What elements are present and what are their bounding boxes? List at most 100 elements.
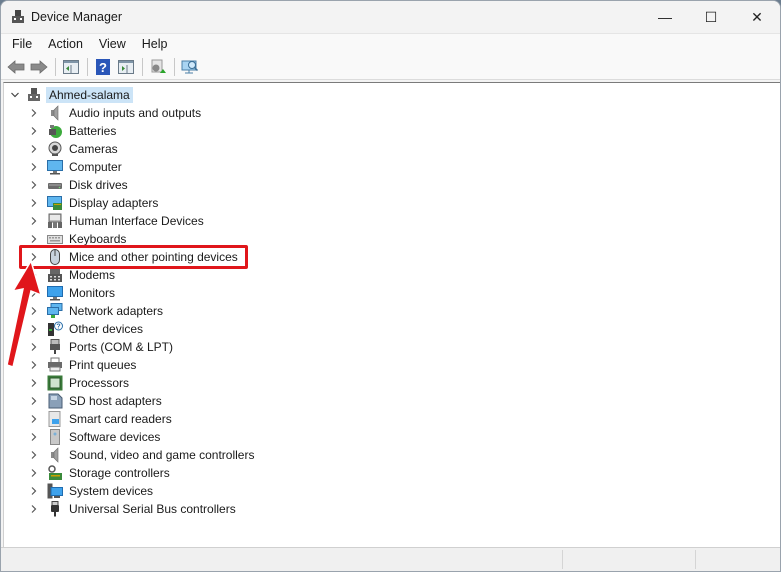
camera-icon: [47, 141, 63, 157]
forward-icon: [30, 59, 48, 74]
chevron-right-icon[interactable]: [27, 104, 41, 122]
tree-item-label: Universal Serial Bus controllers: [69, 502, 236, 516]
chevron-right-icon[interactable]: [27, 122, 41, 140]
menu-help[interactable]: Help: [134, 34, 176, 55]
chevron-right-icon[interactable]: [27, 140, 41, 158]
chevron-right-icon[interactable]: [27, 158, 41, 176]
scan-hardware-button[interactable]: [179, 56, 201, 78]
chevron-right-icon[interactable]: [27, 212, 41, 230]
tree-item-label: Ports (COM & LPT): [69, 340, 174, 354]
chevron-right-icon[interactable]: [27, 248, 41, 266]
minimize-button[interactable]: —: [642, 1, 688, 33]
toolbar-separator: [142, 57, 143, 76]
tree-item[interactable]: Disk drives: [4, 176, 130, 194]
tree-item[interactable]: Modems: [4, 266, 117, 284]
tree-item[interactable]: Software devices: [4, 428, 162, 446]
tree-item[interactable]: Monitors: [4, 284, 117, 302]
speaker-icon: [47, 447, 63, 463]
device-tree[interactable]: Ahmed-salama Audio inputs and outputs Bat…: [3, 82, 780, 548]
help-button[interactable]: ?: [92, 56, 114, 78]
menu-bar: File Action View Help: [1, 33, 780, 54]
status-bar: [1, 547, 780, 571]
tree-item[interactable]: Human Interface Devices: [4, 212, 206, 230]
update-driver-button[interactable]: [147, 56, 169, 78]
computer-host-icon: [26, 87, 42, 103]
tree-item[interactable]: Processors: [4, 374, 131, 392]
tree-item[interactable]: Cameras: [4, 140, 120, 158]
tree-item[interactable]: Display adapters: [4, 194, 160, 212]
network-adapter-icon: [47, 303, 63, 319]
chevron-right-icon[interactable]: [27, 176, 41, 194]
tree-item-label: Display adapters: [69, 196, 159, 210]
menu-view[interactable]: View: [91, 34, 134, 55]
tree-item[interactable]: Batteries: [4, 122, 118, 140]
chevron-right-icon[interactable]: [27, 428, 41, 446]
tree-item-label: Cameras: [69, 142, 118, 156]
sd-card-icon: [47, 393, 63, 409]
tree-item[interactable]: System devices: [4, 482, 155, 500]
tree-item[interactable]: Sound, video and game controllers: [4, 446, 256, 464]
chevron-right-icon[interactable]: [27, 284, 41, 302]
action-pane-button[interactable]: [115, 56, 137, 78]
action-pane-icon: [118, 59, 134, 74]
toolbar: ?: [1, 54, 780, 80]
toolbar-separator: [87, 57, 88, 76]
back-button[interactable]: [5, 56, 27, 78]
tree-item[interactable]: SD host adapters: [4, 392, 164, 410]
chevron-right-icon[interactable]: [27, 302, 41, 320]
tree-item[interactable]: Print queues: [4, 356, 138, 374]
tree-item[interactable]: Audio inputs and outputs: [4, 104, 203, 122]
tree-item[interactable]: ? Other devices: [4, 320, 145, 338]
processor-icon: [47, 375, 63, 391]
forward-button[interactable]: [28, 56, 50, 78]
window-title: Device Manager: [31, 10, 123, 24]
tree-item-label: Print queues: [69, 358, 137, 372]
status-divider: [562, 550, 563, 569]
chevron-right-icon[interactable]: [27, 194, 41, 212]
tree-item[interactable]: Network adapters: [4, 302, 165, 320]
chevron-right-icon[interactable]: [27, 410, 41, 428]
chevron-right-icon[interactable]: [27, 320, 41, 338]
tree-item[interactable]: Mice and other pointing devices: [4, 248, 240, 266]
chevron-right-icon[interactable]: [27, 230, 41, 248]
chevron-right-icon[interactable]: [27, 266, 41, 284]
toolbar-separator: [174, 57, 175, 76]
chevron-down-icon[interactable]: [8, 86, 22, 104]
chevron-right-icon[interactable]: [27, 338, 41, 356]
close-button[interactable]: ✕: [734, 1, 780, 33]
tree-root-label: Ahmed-salama: [46, 87, 133, 103]
tree-item[interactable]: Computer: [4, 158, 124, 176]
chevron-right-icon[interactable]: [27, 374, 41, 392]
tree-item[interactable]: Universal Serial Bus controllers: [4, 500, 238, 518]
maximize-button[interactable]: ☐: [688, 1, 734, 33]
menu-file[interactable]: File: [4, 34, 40, 55]
tree-item[interactable]: Smart card readers: [4, 410, 174, 428]
menu-action[interactable]: Action: [40, 34, 91, 55]
monitor-icon: [47, 285, 63, 301]
chevron-right-icon[interactable]: [27, 482, 41, 500]
chevron-right-icon[interactable]: [27, 356, 41, 374]
chevron-right-icon[interactable]: [27, 500, 41, 518]
title-bar[interactable]: Device Manager — ☐ ✕: [1, 1, 780, 33]
chevron-right-icon[interactable]: [27, 464, 41, 482]
mouse-icon: [47, 249, 63, 265]
tree-root-node[interactable]: Ahmed-salama: [4, 86, 133, 104]
tree-item-label: System devices: [69, 484, 154, 498]
tree-item[interactable]: Storage controllers: [4, 464, 172, 482]
status-divider: [695, 550, 696, 569]
tree-item-label: Batteries: [69, 124, 117, 138]
chevron-right-icon[interactable]: [27, 446, 41, 464]
tree-item[interactable]: Ports (COM & LPT): [4, 338, 175, 356]
show-hide-console-tree-button[interactable]: [60, 56, 82, 78]
tree-item[interactable]: Keyboards: [4, 230, 128, 248]
tree-item-label: Mice and other pointing devices: [69, 250, 238, 264]
storage-controller-icon: [47, 465, 63, 481]
software-device-icon: [47, 429, 63, 445]
tree-item-label: Human Interface Devices: [69, 214, 204, 228]
tree-item-label: Computer: [69, 160, 122, 174]
tree-item-label: Network adapters: [69, 304, 164, 318]
close-icon: ✕: [751, 8, 763, 25]
speaker-icon: [47, 105, 63, 121]
chevron-right-icon[interactable]: [27, 392, 41, 410]
maximize-icon: ☐: [704, 8, 718, 25]
